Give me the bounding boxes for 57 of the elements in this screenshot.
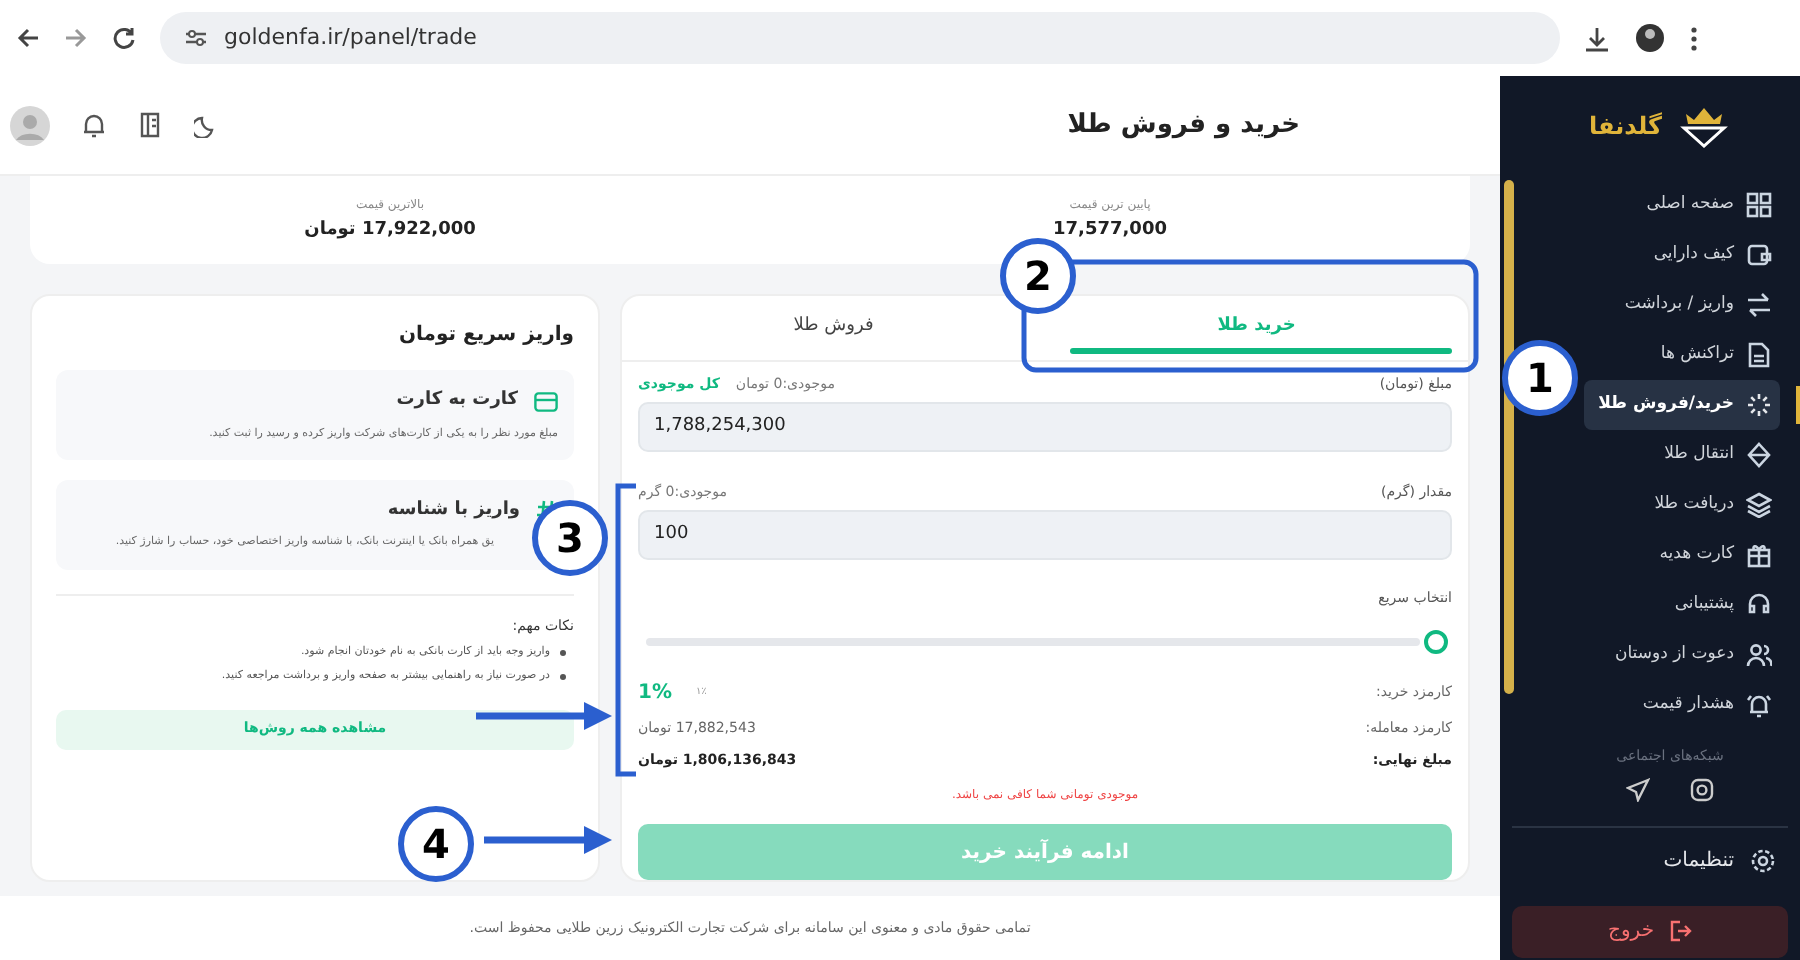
instagram-icon[interactable] <box>1690 777 1714 801</box>
forward-icon[interactable] <box>64 26 88 50</box>
sidebar-item[interactable]: صفحه اصلی <box>1584 180 1780 230</box>
users-icon <box>1746 642 1772 668</box>
sidebar-item[interactable]: تراکنش ها <box>1584 330 1780 380</box>
url-text: goldenfa.ir/panel/trade <box>224 21 477 54</box>
logout-icon <box>1670 920 1692 942</box>
moon-icon[interactable] <box>194 113 218 137</box>
back-icon[interactable] <box>16 26 40 50</box>
bullet <box>560 649 566 656</box>
layers-icon <box>1746 492 1772 518</box>
sidebar-item[interactable]: هشدار قیمت <box>1584 680 1780 730</box>
swap-arrows-icon <box>1746 292 1772 318</box>
input-field[interactable]: 1,788,254,300 <box>638 401 1452 451</box>
brand-name: گلدنفا <box>1589 110 1662 144</box>
address-bar[interactable]: goldenfa.ir/panel/trade <box>160 12 1560 64</box>
page-title: خرید و فروش طلا <box>1067 107 1302 144</box>
callout-arrow <box>484 826 612 854</box>
paper-plane-icon[interactable] <box>1626 777 1650 801</box>
settings-button[interactable]: تنظیمات <box>1500 827 1800 895</box>
download-icon[interactable] <box>1584 25 1610 51</box>
sidebar-item[interactable]: انتقال طلا <box>1584 430 1780 480</box>
gift-icon <box>1746 542 1772 568</box>
method-title: کارت به کارت <box>396 388 518 414</box>
site-settings-icon[interactable] <box>184 28 208 48</box>
price-value: 17,922,000 تومان <box>304 217 476 244</box>
crown-diamond-icon <box>1678 104 1730 148</box>
slider-thumb[interactable] <box>1424 630 1448 654</box>
sidebar-item[interactable]: واریز / برداشت <box>1584 280 1780 330</box>
logout-button[interactable]: خروج <box>1512 905 1788 957</box>
book-icon[interactable] <box>138 112 162 138</box>
price-value: 17,577,000 <box>1053 217 1167 244</box>
reload-icon[interactable] <box>112 26 136 50</box>
headset-icon <box>1746 592 1772 618</box>
section-title: واریز سریع تومان <box>397 322 574 350</box>
alarm-bell-icon <box>1746 692 1772 718</box>
sidebar-item[interactable]: کارت هدیه <box>1584 530 1780 580</box>
sidebar-item[interactable]: کیف دارایی <box>1584 230 1780 280</box>
callout-arrow <box>476 702 612 730</box>
method-title: واریز با شناسه <box>387 497 520 524</box>
credit-card-icon <box>534 391 558 412</box>
settings-icon <box>1750 848 1776 874</box>
loader-icon <box>1746 392 1772 418</box>
grid-icon <box>1746 192 1772 218</box>
diamond-arrows-icon <box>1746 442 1772 468</box>
bullet <box>560 673 566 680</box>
bell-icon[interactable] <box>82 112 106 138</box>
fee-value: 1% <box>638 680 672 708</box>
sidebar-item[interactable]: دریافت طلا <box>1584 480 1780 530</box>
document-icon <box>1746 342 1772 368</box>
input-field[interactable]: 100 <box>638 509 1452 559</box>
menu-icon[interactable] <box>1690 25 1698 51</box>
wallet-icon <box>1746 242 1772 268</box>
sidebar-item[interactable]: دعوت از دوستان <box>1584 630 1780 680</box>
profile-icon[interactable] <box>1634 22 1666 54</box>
active-indicator <box>1796 386 1800 424</box>
sidebar-item[interactable]: پشتیبانی <box>1584 580 1780 630</box>
